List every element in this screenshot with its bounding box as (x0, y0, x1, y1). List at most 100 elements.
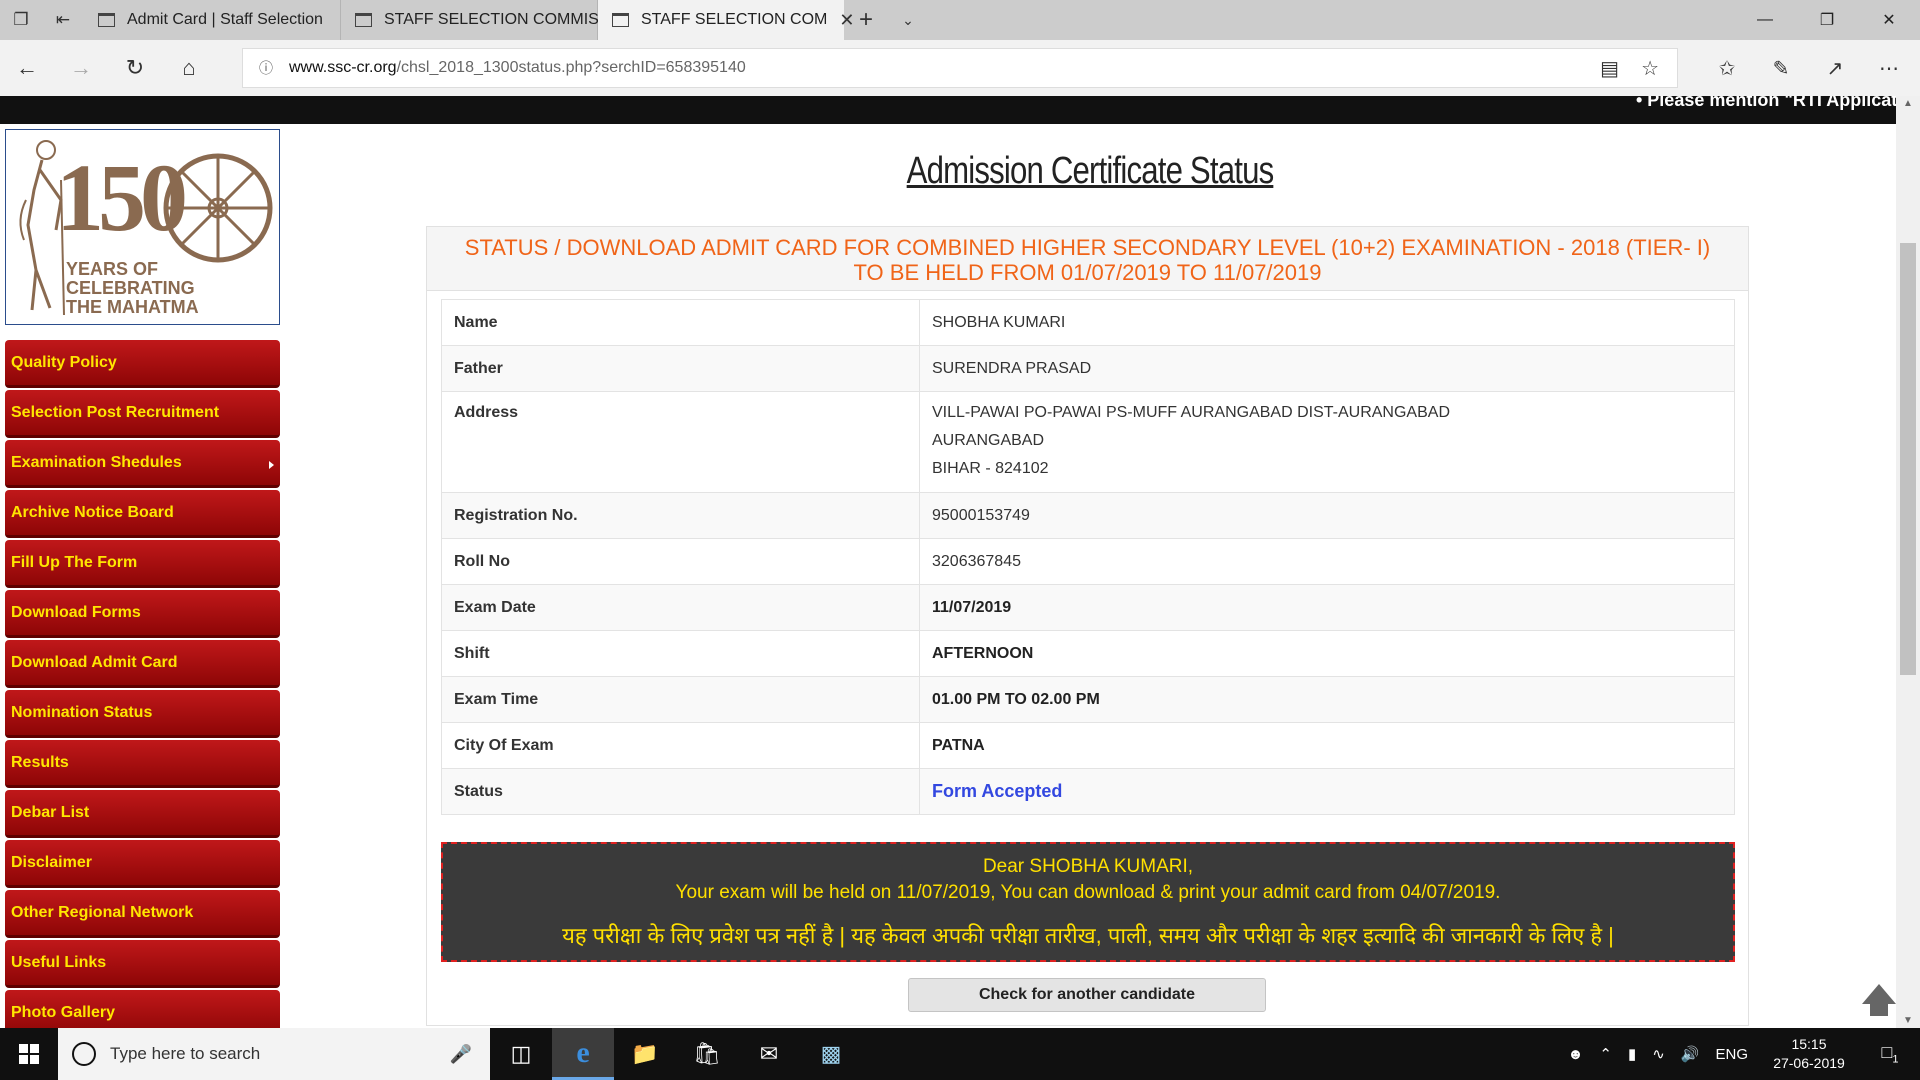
sidebar-item-selection-post-recruitment[interactable]: Selection Post Recruitment (5, 390, 280, 438)
gandhi-150-logo: 150 YEARS OF CELEBRATING THE MAHATMA (5, 129, 280, 325)
reading-view-icon[interactable]: ▤ (1600, 56, 1619, 81)
sidebar-item-useful-links[interactable]: Useful Links (5, 940, 280, 988)
exam-city: PATNA (919, 722, 1735, 769)
store-icon[interactable]: 🛍 (676, 1028, 738, 1080)
table-row: Exam Time 01.00 PM TO 02.00 PM (441, 676, 1735, 723)
table-row: Address VILL-PAWAI PO-PAWAI PS-MUFF AURA… (441, 391, 1735, 493)
chevron-down-icon[interactable]: ⌄ (888, 0, 928, 40)
ticker-text: • Please mention "RTI Applicati (1636, 96, 1896, 110)
sidebar-item-download-admit-card[interactable]: Download Admit Card (5, 640, 280, 688)
check-another-candidate-button[interactable]: Check for another candidate (908, 978, 1266, 1012)
scroll-down-arrow-icon[interactable]: ▼ (1896, 1015, 1920, 1026)
sidebar-menu: Quality Policy Selection Post Recruitmen… (5, 340, 280, 1028)
table-row: Name SHOBHA KUMARI (441, 299, 1735, 346)
sidebar-item-disclaimer[interactable]: Disclaimer (5, 840, 280, 888)
page-favicon-icon (98, 13, 115, 27)
restore-icon[interactable]: ❐ (1796, 0, 1858, 40)
table-row: Status Form Accepted (441, 768, 1735, 815)
site-info-icon[interactable]: ⓘ (243, 58, 289, 78)
scroll-up-arrow-icon[interactable]: ▲ (1896, 98, 1920, 109)
candidate-address: VILL-PAWAI PO-PAWAI PS-MUFF AURANGABAD D… (919, 391, 1735, 493)
minimize-icon[interactable]: — (1734, 0, 1796, 40)
sidebar-item-debar-list[interactable]: Debar List (5, 790, 280, 838)
refresh-icon[interactable]: ↻ (108, 40, 162, 96)
favorites-hub-icon[interactable]: ✩ (1700, 40, 1754, 96)
start-button[interactable] (0, 1028, 58, 1080)
notepad-app-icon[interactable]: ▩ (800, 1028, 862, 1080)
taskbar-clock[interactable]: 15:15 27-06-2019 (1764, 1035, 1854, 1073)
task-view-icon[interactable]: ◫ (490, 1028, 552, 1080)
panel-heading-line2: TO BE HELD FROM 01/07/2019 TO 11/07/2019 (853, 260, 1322, 285)
close-window-icon[interactable]: ✕ (1858, 0, 1920, 40)
sidebar-item-examination-schedules[interactable]: Examination Shedules (5, 440, 280, 488)
file-explorer-icon[interactable]: 📁 (614, 1028, 676, 1080)
panel-heading-line1: STATUS / DOWNLOAD ADMIT CARD FOR COMBINE… (464, 235, 1711, 260)
tab-title: Admit Card | Staff Selection (127, 11, 323, 28)
application-status: Form Accepted (919, 768, 1735, 815)
submenu-arrow-icon (269, 461, 274, 469)
home-icon[interactable]: ⌂ (162, 40, 216, 96)
web-note-pen-icon[interactable]: ✎ (1754, 40, 1808, 96)
browser-tab-2[interactable]: STAFF SELECTION COMMIS (341, 0, 599, 40)
action-center-icon[interactable]: □1 (1870, 1042, 1910, 1066)
new-tab-icon[interactable]: + (844, 0, 888, 40)
windows-logo-icon (19, 1044, 39, 1064)
page-favicon-icon (355, 13, 372, 27)
browser-tab-active[interactable]: STAFF SELECTION COM ✕ (598, 0, 854, 40)
wifi-icon[interactable]: ∿ (1652, 1045, 1665, 1063)
favorite-star-icon[interactable]: ☆ (1641, 56, 1659, 81)
panel-heading: STATUS / DOWNLOAD ADMIT CARD FOR COMBINE… (427, 227, 1748, 291)
row-label: Father (441, 345, 920, 392)
tab-preview-icon[interactable]: ❐ (0, 0, 42, 40)
mail-icon[interactable]: ✉ (738, 1028, 800, 1080)
notice-message: Your exam will be held on 11/07/2019, Yo… (675, 882, 1501, 903)
share-icon[interactable]: ↗ (1808, 40, 1862, 96)
page-title: Admission Certificate Status (906, 150, 1275, 192)
address-bar[interactable]: ⓘ www.ssc-cr.org/chsl_2018_1300status.ph… (242, 48, 1678, 88)
exam-shift: AFTERNOON (919, 630, 1735, 677)
browser-tab-1[interactable]: Admit Card | Staff Selection (84, 0, 341, 40)
exam-date: 11/07/2019 (919, 584, 1735, 631)
people-icon[interactable]: ☻ (1568, 1046, 1584, 1063)
sidebar-item-fill-up-form[interactable]: Fill Up The Form (5, 540, 280, 588)
back-arrow-icon[interactable]: ← (0, 40, 54, 96)
status-panel: STATUS / DOWNLOAD ADMIT CARD FOR COMBINE… (426, 226, 1749, 1026)
scrollbar-thumb[interactable] (1900, 243, 1916, 675)
row-label: Exam Date (441, 584, 920, 631)
row-label: Roll No (441, 538, 920, 585)
scroll-to-top-icon[interactable] (1862, 984, 1896, 1016)
input-language[interactable]: ENG (1715, 1046, 1748, 1063)
sidebar-item-download-forms[interactable]: Download Forms (5, 590, 280, 638)
table-row: Registration No. 95000153749 (441, 492, 1735, 539)
notification-count: 1 (1892, 1053, 1899, 1066)
sidebar-item-other-regional-network[interactable]: Other Regional Network (5, 890, 280, 938)
table-row: Exam Date 11/07/2019 (441, 584, 1735, 631)
logo-number: 150 (56, 144, 188, 251)
set-tabs-aside-icon[interactable]: ⇤ (42, 0, 84, 40)
more-dots-icon[interactable]: ⋯ (1862, 40, 1916, 96)
battery-icon[interactable]: ▮ (1628, 1045, 1636, 1063)
microphone-icon[interactable]: 🎤 (450, 1044, 472, 1065)
row-label: Shift (441, 630, 920, 677)
sidebar-item-photo-gallery[interactable]: Photo Gallery (5, 990, 280, 1028)
notice-hindi-message: यह परीक्षा के लिए प्रवेश पत्र नहीं है | … (562, 923, 1614, 948)
window-controls: — ❐ ✕ (1734, 0, 1920, 40)
volume-icon[interactable]: 🔊 (1681, 1045, 1700, 1063)
table-row: Shift AFTERNOON (441, 630, 1735, 677)
sidebar-item-results[interactable]: Results (5, 740, 280, 788)
father-name: SURENDRA PRASAD (919, 345, 1735, 392)
roll-number: 3206367845 (919, 538, 1735, 585)
taskbar-search-box[interactable]: Type here to search 🎤 (58, 1028, 490, 1080)
vertical-scrollbar[interactable]: ▲ ▼ (1896, 96, 1920, 1028)
sidebar-item-nomination-status[interactable]: Nomination Status (5, 690, 280, 738)
show-hidden-icons-chevron-icon[interactable]: ⌃ (1599, 1045, 1612, 1063)
table-row: Roll No 3206367845 (441, 538, 1735, 585)
edge-browser-icon[interactable]: e (552, 1028, 614, 1080)
cortana-circle-icon (72, 1042, 96, 1066)
sidebar-item-archive-notice-board[interactable]: Archive Notice Board (5, 490, 280, 538)
candidate-name: SHOBHA KUMARI (919, 299, 1735, 346)
forward-arrow-icon[interactable]: → (54, 40, 108, 96)
sidebar-item-quality-policy[interactable]: Quality Policy (5, 340, 280, 388)
table-row: City Of Exam PATNA (441, 722, 1735, 769)
page-viewport: • Please mention "RTI Applicati 150 YEAR… (0, 96, 1896, 1028)
